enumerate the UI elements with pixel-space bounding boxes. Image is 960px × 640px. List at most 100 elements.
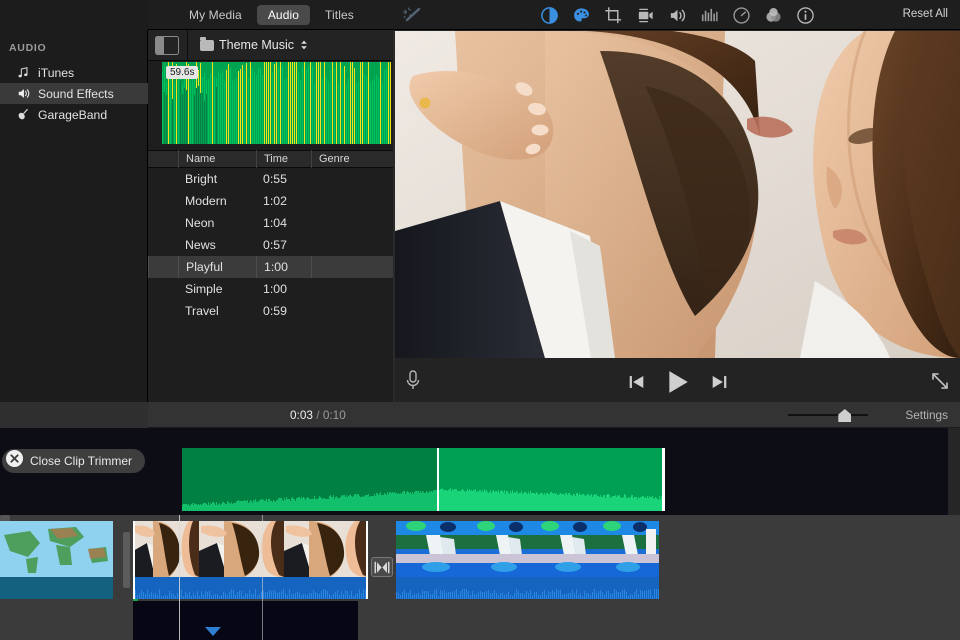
transition-icon[interactable]	[371, 557, 393, 577]
total-time-label: 0:10	[322, 408, 346, 422]
media-sidebar: AUDIO iTunes Sound Effects GarageBand	[0, 30, 148, 402]
trimmer-audio-clip[interactable]	[182, 448, 665, 511]
browser-tabs: My Media Audio Titles	[178, 5, 365, 25]
clip-audio-waveform-bar	[396, 577, 659, 599]
timecode-bar: 0:03 / 0:10 Settings	[0, 402, 960, 428]
timeline-clip-world-map[interactable]	[0, 521, 113, 599]
noise-reduction-icon[interactable]	[762, 4, 784, 26]
timeline-lower-track[interactable]	[133, 601, 358, 640]
table-row[interactable]: Bright 0:55	[148, 168, 395, 190]
audio-list-header: Name Time Genre	[148, 150, 395, 168]
chevron-up-down-icon	[300, 40, 308, 50]
sidebar-item-label: iTunes	[38, 65, 75, 80]
table-row[interactable]: News 0:57	[148, 234, 395, 256]
zoom-slider-track	[788, 414, 868, 416]
column-header-genre[interactable]: Genre	[311, 150, 395, 168]
sidebar-item-itunes[interactable]: iTunes	[0, 62, 148, 83]
timeline-clip-trim-handle-left[interactable]	[123, 532, 130, 588]
timeline-zoom-slider[interactable]	[788, 409, 868, 422]
sidebar-item-sound-effects[interactable]: Sound Effects	[0, 83, 148, 104]
row-cell-name: Modern	[185, 194, 227, 208]
sidebar-list: iTunes Sound Effects GarageBand	[0, 62, 148, 125]
trimmer-playhead[interactable]	[437, 448, 439, 511]
color-balance-icon[interactable]	[538, 4, 560, 26]
timeline-clip-couple[interactable]	[133, 521, 368, 599]
table-row[interactable]: Travel 0:59	[148, 300, 395, 322]
volume-icon[interactable]	[666, 4, 688, 26]
row-cell-time: 0:57	[263, 238, 287, 252]
speed-icon[interactable]	[730, 4, 752, 26]
row-cell-blank	[148, 278, 178, 300]
row-cell-genre	[311, 212, 395, 234]
video-preview[interactable]	[395, 31, 960, 358]
row-cell-name: Travel	[185, 304, 219, 318]
toolbar-left-strip	[0, 0, 148, 30]
music-note-icon	[16, 65, 31, 80]
header-divider	[187, 29, 188, 61]
waveform-duration-badge: 59.6s	[166, 66, 199, 79]
row-cell-time: 1:00	[256, 256, 311, 278]
table-row[interactable]: Playful 1:00	[148, 256, 395, 278]
waveform-preview[interactable]: 59.6s	[162, 62, 391, 144]
audio-list-body: Bright 0:55 Modern 1:02 Neon 1:04 News 0:57 Play…	[148, 168, 395, 322]
column-header-blank	[148, 150, 178, 168]
adjustment-tools	[538, 4, 816, 26]
fullscreen-expand-icon[interactable]	[930, 371, 950, 391]
row-cell-name: Bright	[185, 172, 218, 186]
equalizer-icon[interactable]	[698, 4, 720, 26]
skip-to-start-button[interactable]	[628, 374, 645, 395]
zoom-slider-thumb[interactable]	[838, 409, 852, 422]
tab-titles[interactable]: Titles	[314, 5, 365, 25]
trimmer-right-handle[interactable]	[662, 448, 665, 511]
row-cell-blank	[148, 256, 178, 278]
video-frame-image	[395, 31, 960, 358]
row-cell-time: 1:04	[263, 216, 287, 230]
sidebar-item-garageband[interactable]: GarageBand	[0, 104, 148, 125]
timeline	[0, 515, 960, 640]
color-correction-icon[interactable]	[570, 4, 592, 26]
stabilization-icon[interactable]	[634, 4, 656, 26]
trimmer-clip-right-segment	[438, 448, 665, 511]
close-clip-trimmer-button[interactable]: Close Clip Trimmer	[2, 449, 146, 473]
imovie-window: My Media Audio Titles Reset All AUDIO iT…	[0, 0, 960, 640]
viewer-pane	[395, 30, 960, 402]
time-separator: /	[316, 408, 320, 422]
close-icon	[5, 449, 24, 473]
table-row[interactable]: Neon 1:04	[148, 212, 395, 234]
settings-button[interactable]: Settings	[905, 408, 948, 422]
timeline-playhead[interactable]	[179, 515, 180, 640]
row-cell-blank	[148, 300, 178, 322]
top-toolbar: My Media Audio Titles Reset All	[0, 0, 960, 30]
column-header-time[interactable]: Time	[256, 150, 311, 168]
folder-selector[interactable]: Theme Music	[200, 37, 308, 52]
clip-selection-border-left[interactable]	[133, 521, 135, 599]
skip-to-end-button[interactable]	[711, 374, 728, 395]
column-header-name[interactable]: Name	[178, 150, 256, 168]
clip-selection-border-right[interactable]	[366, 521, 368, 599]
timeline-drop-marker-icon	[205, 627, 221, 636]
table-row[interactable]: Modern 1:02	[148, 190, 395, 212]
sidebar-toggle-icon[interactable]	[155, 35, 179, 55]
timeline-secondary-marker	[262, 515, 263, 640]
row-cell-blank	[148, 190, 178, 212]
row-cell-blank	[148, 168, 178, 190]
row-cell-blank	[148, 234, 178, 256]
table-row[interactable]: Simple 1:00	[148, 278, 395, 300]
reset-all-button[interactable]: Reset All	[903, 8, 948, 20]
play-button[interactable]	[665, 369, 691, 400]
voiceover-microphone-icon[interactable]	[401, 368, 425, 392]
clip-audio-waveform-bar	[133, 577, 368, 599]
crop-icon[interactable]	[602, 4, 624, 26]
row-cell-genre	[311, 168, 395, 190]
row-cell-genre	[311, 256, 395, 278]
tab-my-media[interactable]: My Media	[178, 5, 253, 25]
info-icon[interactable]	[794, 4, 816, 26]
row-cell-genre	[311, 190, 395, 212]
transport-controls	[628, 369, 728, 400]
row-cell-genre	[311, 278, 395, 300]
timeline-clip-waterfall[interactable]	[396, 521, 659, 599]
magic-wand-icon[interactable]	[402, 6, 424, 24]
tab-audio[interactable]: Audio	[256, 5, 311, 25]
row-cell-blank	[148, 212, 178, 234]
sidebar-item-label: Sound Effects	[38, 86, 114, 101]
